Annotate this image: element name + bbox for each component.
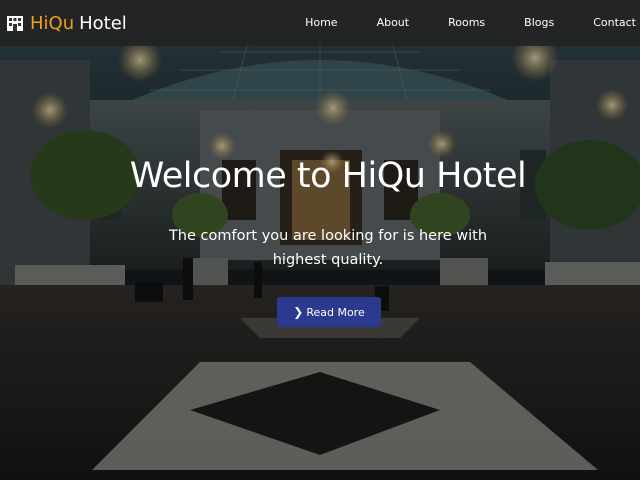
hero-title: Welcome to HiQu Hotel xyxy=(129,156,527,196)
hero-subtitle: The comfort you are looking for is here … xyxy=(168,228,488,268)
hotel-building-icon xyxy=(6,14,24,32)
nav-link-blogs[interactable]: Blogs xyxy=(512,0,566,46)
chevron-right-icon: ❯ xyxy=(293,305,304,319)
nav-link-contact[interactable]: Contact xyxy=(581,0,640,46)
brand-name-rest: Hotel xyxy=(79,12,127,34)
top-navbar: HiQu Hotel Home About Rooms Blogs Contac… xyxy=(0,0,640,46)
brand-name-accent: HiQu xyxy=(30,12,75,34)
hero-section: Welcome to HiQu Hotel The comfort you ar… xyxy=(0,0,640,480)
read-more-label: Read More xyxy=(306,305,365,319)
brand-logo-link[interactable]: HiQu Hotel xyxy=(6,10,127,36)
nav-link-home[interactable]: Home xyxy=(293,0,349,46)
nav-link-rooms[interactable]: Rooms xyxy=(436,0,497,46)
main-nav-menu: Home About Rooms Blogs Contact xyxy=(293,0,640,46)
nav-link-about[interactable]: About xyxy=(365,0,422,46)
read-more-button[interactable]: ❯ Read More xyxy=(277,297,381,327)
